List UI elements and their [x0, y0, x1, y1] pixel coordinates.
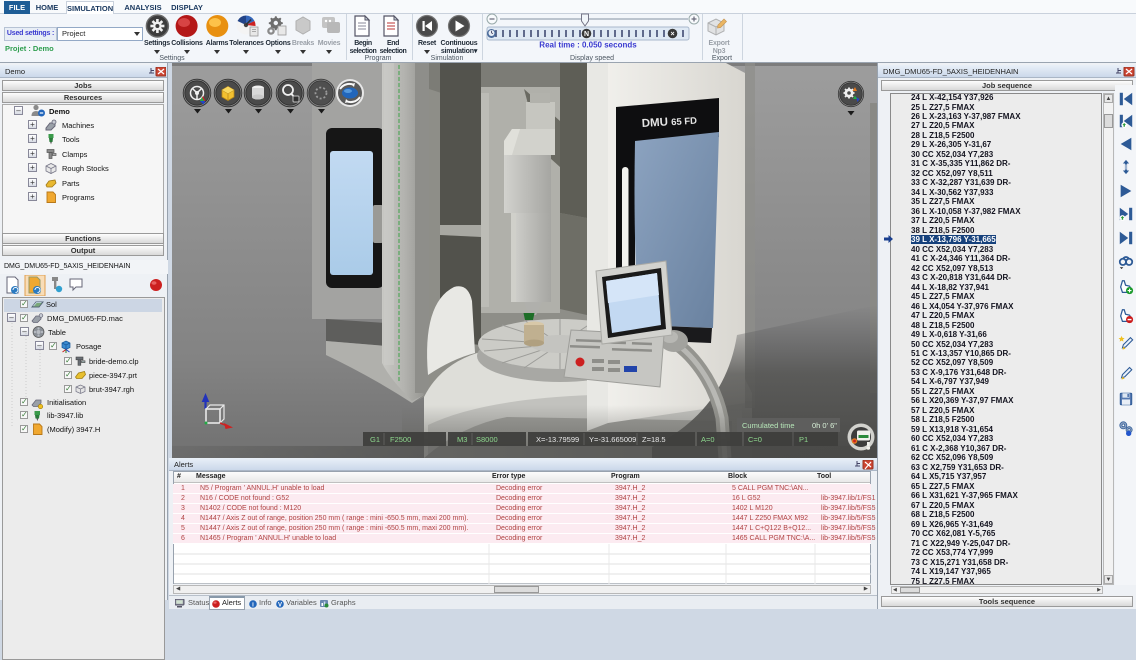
- svg-text:X=-13.79599: X=-13.79599: [536, 435, 579, 444]
- svg-text:A=0: A=0: [701, 435, 715, 444]
- svg-text:M3: M3: [457, 435, 467, 444]
- svg-text:V: V: [278, 602, 282, 608]
- svg-text:Cumulated time: Cumulated time: [742, 421, 795, 430]
- svg-text:Y=-31.665009: Y=-31.665009: [589, 435, 636, 444]
- svg-text:P1: P1: [799, 435, 808, 444]
- svg-text:G1: G1: [370, 435, 380, 444]
- svg-text:×: ×: [670, 31, 674, 38]
- svg-text:Z=18.5: Z=18.5: [642, 435, 666, 444]
- svg-text:S8000: S8000: [476, 435, 498, 444]
- svg-text:N: N: [584, 31, 589, 38]
- svg-text:F2500: F2500: [390, 435, 411, 444]
- svg-text:0h 0' 6": 0h 0' 6": [812, 421, 837, 430]
- svg-text:C=0: C=0: [748, 435, 762, 444]
- svg-text:Real time : 0.050 seconds: Real time : 0.050 seconds: [539, 41, 637, 50]
